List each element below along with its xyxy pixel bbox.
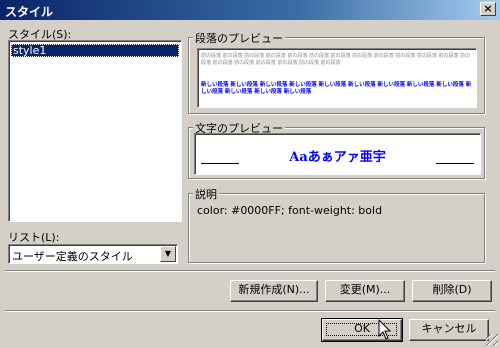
modify-style-button[interactable]: 変更(M)... — [325, 280, 405, 302]
chevron-down-icon[interactable]: ▼ — [160, 246, 176, 262]
paragraph-preview-label: 段落のプレビュー — [193, 30, 285, 46]
style-listbox[interactable]: style1 — [8, 40, 182, 222]
paragraph-preview-group: 段落のプレビュー 前の段落 前の段落 前の段落 前の段落 前の段落 前の段落 前… — [188, 30, 485, 114]
title-bar: スタイル × — [0, 0, 500, 20]
styled-paragraph-text: 新しい段落 新しい段落 新しい段落 新しい段落 新しい段落 新しい段落 新しい段… — [201, 82, 472, 95]
mouse-pointer-icon — [378, 319, 392, 340]
delete-style-button[interactable]: 削除(D) — [412, 280, 492, 302]
char-preview-box: Aaあぁアァ亜宇 — [194, 133, 481, 175]
description-group: 説明 color: #0000FF; font-weight: bold — [188, 186, 485, 263]
previous-paragraph-text: 前の段落 前の段落 前の段落 前の段落 前の段落 前の段落 前の段落 前の段落 … — [201, 53, 471, 66]
divider — [5, 310, 495, 312]
window-title: スタイル — [5, 5, 54, 19]
close-button[interactable]: × — [480, 2, 496, 16]
resize-grip-icon[interactable] — [486, 334, 498, 346]
cancel-button[interactable]: キャンセル — [409, 319, 489, 341]
new-style-button[interactable]: 新規作成(N)... — [230, 280, 318, 302]
list-filter-dropdown[interactable]: ユーザー定義のスタイル ▼ — [8, 244, 178, 264]
description-label: 説明 — [193, 186, 219, 202]
list-filter-value: ユーザー定義のスタイル — [12, 250, 133, 263]
paragraph-preview-box: 前の段落 前の段落 前の段落 前の段落 前の段落 前の段落 前の段落 前の段落 … — [197, 48, 477, 108]
baseline-right — [436, 163, 474, 164]
list-filter-label: リスト(L): — [8, 231, 60, 244]
description-text: color: #0000FF; font-weight: bold — [197, 204, 383, 217]
list-item[interactable]: style1 — [11, 44, 179, 57]
char-preview-group: 文字のプレビュー Aaあぁアァ亜宇 — [188, 120, 485, 179]
divider — [5, 270, 495, 272]
